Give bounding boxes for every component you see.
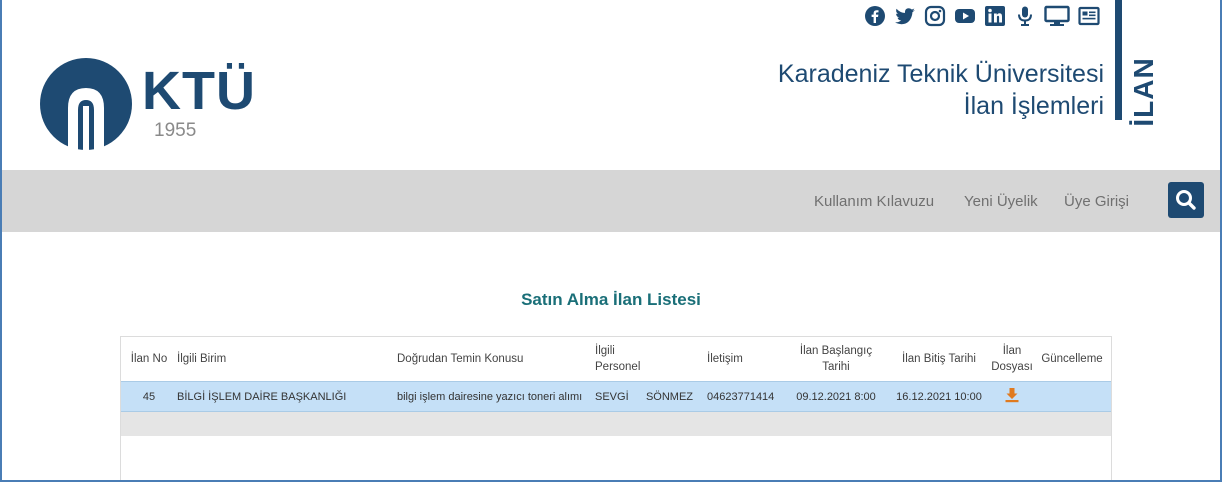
empty-cell [121,411,1111,436]
cell-personel: SEVGİ SÖNMEZ [589,381,703,412]
col-dosya: İlan Dosyası [991,337,1033,382]
listing-table: İlan No İlgili Birim Doğrudan Temin Konu… [121,337,1111,436]
logo-year: 1955 [154,120,197,141]
page-frame: KTÜ 1955 Karadeniz Teknik Üniversitesi İ… [0,0,1222,482]
news-icon[interactable] [1078,5,1100,27]
cell-baslangic: 09.12.2021 8:00 [785,381,887,412]
monitor-icon[interactable] [1044,5,1070,27]
col-ilan-no: İlan No [130,353,168,365]
university-name: Karadeniz Teknik Üniversitesi [777,60,1104,88]
cell-iletisim: 04623771414 [703,381,785,412]
col-dosya-line2: Dosyası [991,361,1033,373]
site-header: KTÜ 1955 Karadeniz Teknik Üniversitesi İ… [2,0,1220,170]
cell-personel-ad: SEVGİ [595,390,629,403]
linkedin-icon[interactable] [984,5,1006,27]
ktu-emblem-icon [40,58,132,154]
nav-user-guide[interactable]: Kullanım Kılavuzu [814,193,934,210]
col-birim: İlgili Birim [177,353,227,365]
table-row[interactable]: 45 BİLGİ İŞLEM DAİRE BAŞKANLIĞI bilgi iş… [121,381,1111,412]
cell-birim: BİLGİ İŞLEM DAİRE BAŞKANLIĞI [177,381,387,412]
youtube-icon[interactable] [954,5,976,27]
table-header-row: İlan No İlgili Birim Doğrudan Temin Konu… [121,337,1111,382]
cell-dosya [991,381,1033,412]
page-subtitle: İlan İşlemleri [963,92,1104,120]
ktu-logo[interactable]: KTÜ 1955 [38,50,278,160]
col-baslangic-line1: İlan Başlangıç [799,345,873,357]
instagram-icon[interactable] [924,5,946,27]
col-baslangic-line2: Tarihi [822,361,850,373]
cell-ilan-no: 45 [121,381,177,412]
col-personel-line1: İlgili [595,345,615,357]
col-konu: Doğrudan Temin Konusu [397,353,524,365]
cell-bitis: 16.12.2021 10:00 [887,381,991,412]
nav-login[interactable]: Üye Girişi [1064,193,1129,210]
table-row-empty [121,411,1111,436]
twitter-icon[interactable] [894,5,916,27]
col-baslangic: İlan Başlangıç Tarihi [785,337,887,382]
listing-table-container: İlan No İlgili Birim Doğrudan Temin Konu… [120,336,1112,480]
logo-text: KTÜ [142,61,256,121]
ilan-vertical-label: İLAN [1110,56,1180,126]
cell-personel-soyad: SÖNMEZ [645,390,693,403]
facebook-icon[interactable] [864,5,886,27]
ilan-vertical-text: İLAN [1128,57,1159,127]
col-guncelleme: Güncelleme [1041,353,1103,365]
nav-bar: Kullanım Kılavuzu Yeni Üyelik Üye Girişi [2,170,1220,232]
cell-konu: bilgi işlem dairesine yazıcı toneri alım… [387,381,589,412]
col-iletisim: İletişim [707,353,743,365]
col-dosya-line1: İlan [1002,345,1022,357]
page-title: Satın Alma İlan Listesi [521,290,701,309]
col-bitis: İlan Bitiş Tarihi [902,353,976,365]
nav-register[interactable]: Yeni Üyelik [964,193,1038,210]
microphone-icon[interactable] [1014,5,1036,27]
social-links [864,4,1100,28]
download-icon[interactable] [1004,387,1020,403]
col-personel-line2: Personel [595,361,641,373]
col-personel: İlgili Personel [589,337,703,382]
search-button[interactable] [1168,182,1204,218]
cell-guncelleme [1033,381,1111,412]
search-icon [1176,190,1196,210]
